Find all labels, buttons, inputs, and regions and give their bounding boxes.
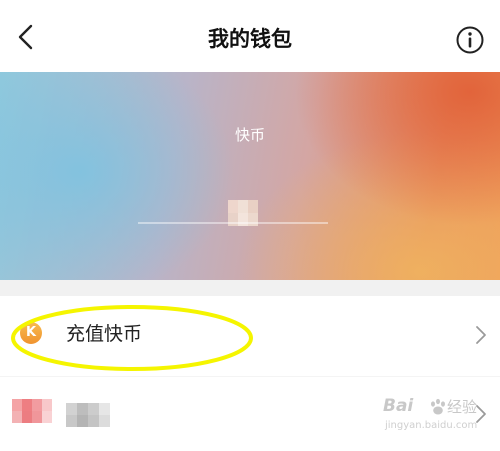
chevron-right-icon xyxy=(476,326,486,344)
currency-label: 快币 xyxy=(234,126,265,144)
watermark-url: jingyan.baidu.com xyxy=(385,420,478,431)
menu-row-obscured[interactable]: Bai 经验 jingyan.baidu.com xyxy=(0,377,500,451)
top-nav-bar: 我的钱包 xyxy=(0,0,500,72)
watermark-brand-prefix: Bai xyxy=(383,396,414,416)
info-icon[interactable] xyxy=(455,25,485,55)
wallet-balance-banner: 快币 xyxy=(0,72,500,280)
balance-divider xyxy=(138,222,328,224)
pixelated-label xyxy=(66,403,110,427)
baidu-jingyan-watermark: Bai 经验 jingyan.baidu.com xyxy=(383,395,479,445)
section-gap xyxy=(0,280,500,296)
pixelated-icon xyxy=(12,399,52,427)
paw-icon xyxy=(431,398,445,415)
page-title: 我的钱包 xyxy=(208,27,292,51)
watermark-brand-suffix: 经验 xyxy=(447,398,478,416)
chevron-right-icon xyxy=(476,405,486,423)
highlight-ellipse xyxy=(11,305,253,371)
